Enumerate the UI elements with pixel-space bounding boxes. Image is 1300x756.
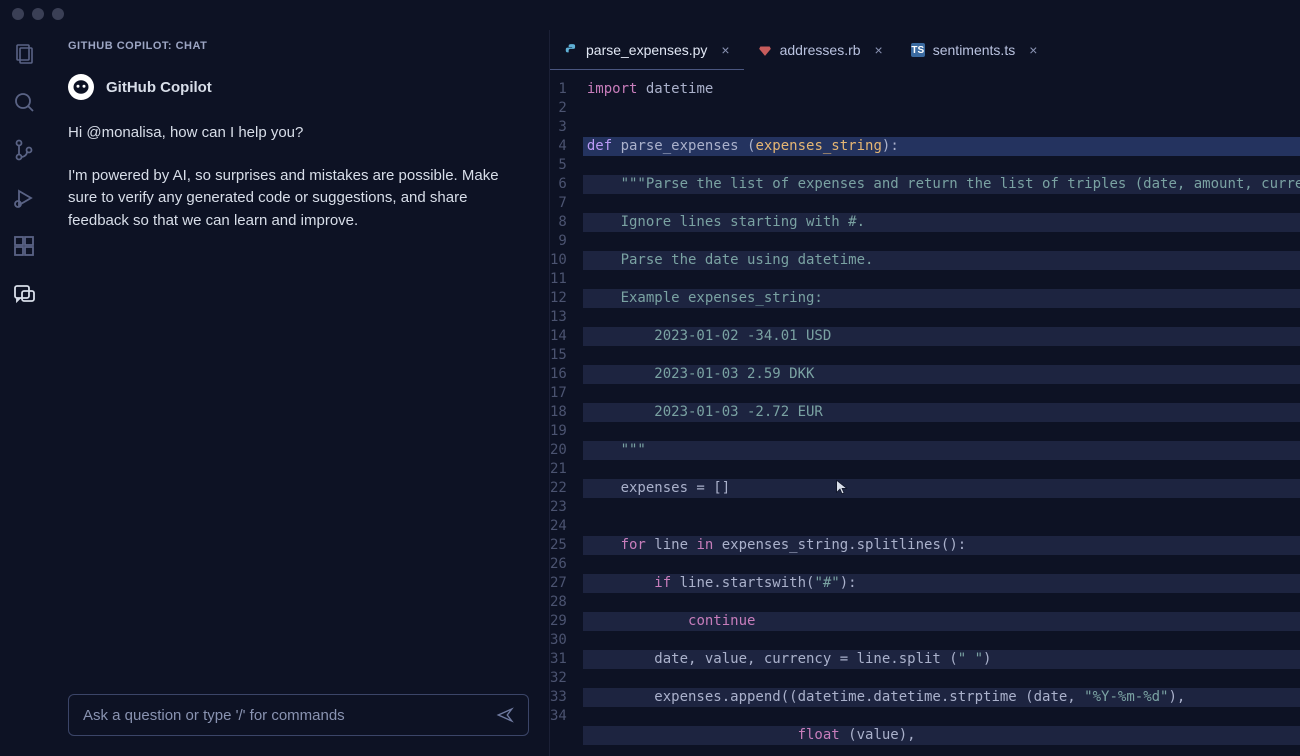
traffic-light-minimize[interactable] bbox=[32, 8, 44, 20]
chat-input-wrap bbox=[68, 694, 529, 736]
close-icon[interactable]: × bbox=[1029, 42, 1037, 58]
typescript-icon: TS bbox=[911, 43, 925, 57]
activity-bar bbox=[0, 30, 48, 756]
python-icon bbox=[564, 43, 578, 57]
search-icon[interactable] bbox=[12, 90, 36, 114]
tab-label: parse_expenses.py bbox=[586, 42, 707, 58]
traffic-light-close[interactable] bbox=[12, 8, 24, 20]
source-control-icon[interactable] bbox=[12, 138, 36, 162]
chat-disclaimer: I'm powered by AI, so surprises and mist… bbox=[68, 165, 529, 233]
tab-bar: parse_expenses.py × addresses.rb × TS se… bbox=[550, 30, 1300, 70]
chat-input[interactable] bbox=[83, 707, 496, 724]
code-editor[interactable]: 1234567891011121314151617181920212223242… bbox=[550, 70, 1300, 756]
tab-label: sentiments.ts bbox=[933, 42, 1015, 58]
chat-greeting: Hi @monalisa, how can I help you? bbox=[68, 122, 529, 145]
tab-addresses[interactable]: addresses.rb × bbox=[744, 30, 897, 70]
window-controls bbox=[12, 8, 64, 20]
copilot-avatar-icon bbox=[68, 74, 94, 100]
send-button[interactable] bbox=[496, 706, 514, 724]
close-icon[interactable]: × bbox=[721, 42, 729, 58]
bot-header: GitHub Copilot bbox=[68, 74, 529, 100]
panel-title: GITHUB COPILOT: CHAT bbox=[68, 40, 529, 52]
close-icon[interactable]: × bbox=[875, 42, 883, 58]
traffic-light-zoom[interactable] bbox=[52, 8, 64, 20]
chat-icon[interactable] bbox=[12, 282, 36, 306]
line-gutter: 1234567891011121314151617181920212223242… bbox=[550, 80, 583, 756]
code-content[interactable]: import datetime def parse_expenses (expe… bbox=[583, 80, 1300, 756]
extensions-icon[interactable] bbox=[12, 234, 36, 258]
chat-panel: GITHUB COPILOT: CHAT GitHub Copilot Hi @… bbox=[48, 30, 550, 756]
mention: @monalisa bbox=[86, 124, 161, 141]
tab-sentiments[interactable]: TS sentiments.ts × bbox=[897, 30, 1052, 70]
editor-area: parse_expenses.py × addresses.rb × TS se… bbox=[550, 30, 1300, 756]
run-debug-icon[interactable] bbox=[12, 186, 36, 210]
tab-label: addresses.rb bbox=[780, 42, 861, 58]
explorer-icon[interactable] bbox=[12, 42, 36, 66]
tab-parse-expenses[interactable]: parse_expenses.py × bbox=[550, 30, 744, 70]
ruby-icon bbox=[758, 43, 772, 57]
bot-name: GitHub Copilot bbox=[106, 79, 212, 96]
